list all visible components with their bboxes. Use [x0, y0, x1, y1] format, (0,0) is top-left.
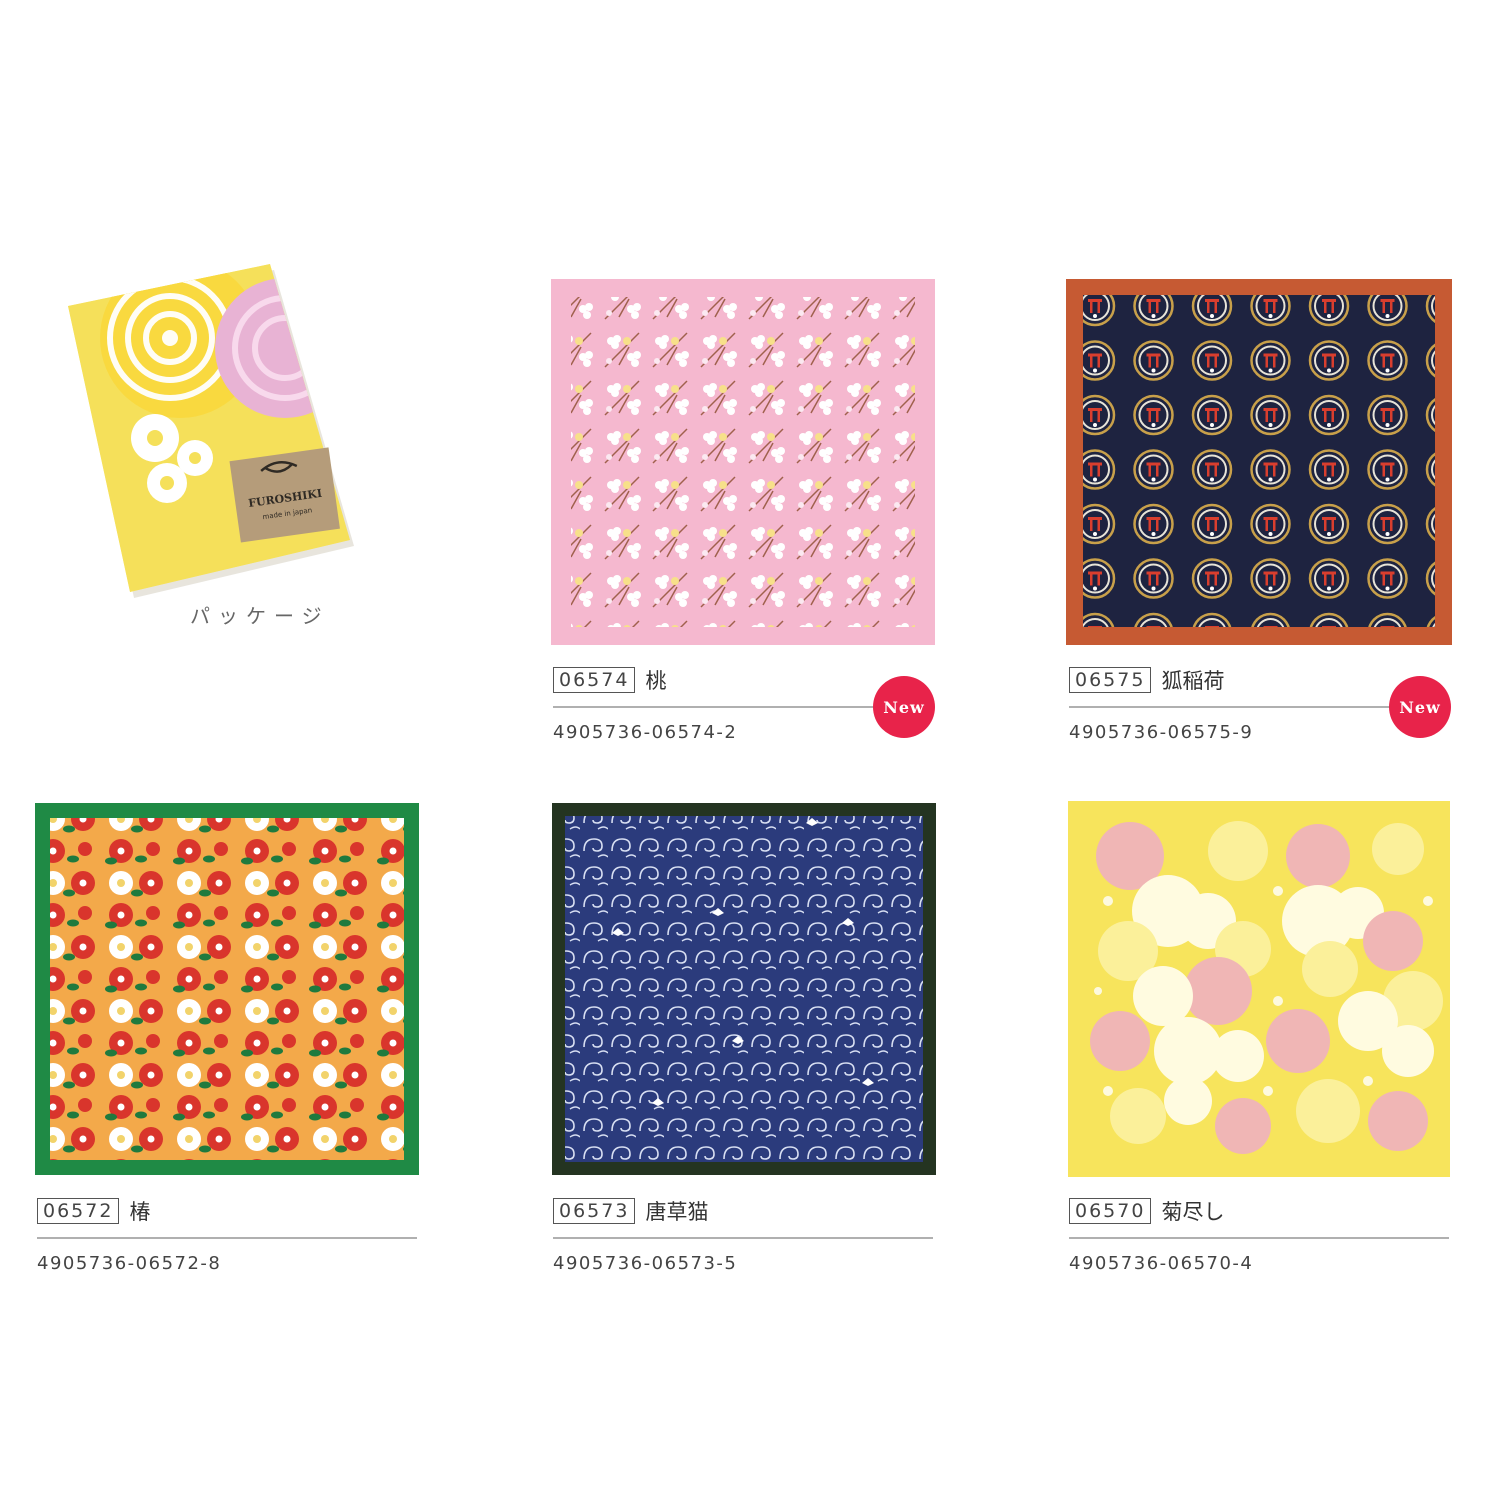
- new-badge: New: [1389, 676, 1451, 738]
- product-code: 06575: [1069, 667, 1152, 693]
- jan-code: 4905736-06574-2: [553, 722, 738, 743]
- product-name: 菊尽し: [1161, 1200, 1225, 1224]
- jan-code: 4905736-06573-5: [553, 1253, 738, 1274]
- product-name: 椿: [129, 1200, 151, 1224]
- product-image-kiku: [1068, 801, 1450, 1177]
- product-caption: 06570 菊尽し 4905736-06570-4: [1069, 1197, 1451, 1274]
- package-image: FUROSHIKI made in japan: [60, 258, 360, 598]
- product-caption: 06573 唐草猫 4905736-06573-5: [553, 1197, 935, 1274]
- product-image-inari: [1066, 279, 1452, 645]
- product-image-tsubaki: [35, 803, 419, 1175]
- product-caption: 06575 狐稲荷 4905736-06575-9 New: [1069, 666, 1451, 743]
- product-code: 06574: [553, 667, 636, 693]
- jan-code: 4905736-06572-8: [37, 1253, 222, 1274]
- divider: [1069, 1237, 1449, 1239]
- product-caption: 06572 椿 4905736-06572-8: [37, 1197, 419, 1274]
- product-code: 06573: [553, 1198, 636, 1224]
- product-caption: 06574 桃 4905736-06574-2 New: [553, 666, 935, 743]
- product-code: 06572: [37, 1198, 120, 1224]
- furoshiki-label: FUROSHIKI made in japan: [229, 447, 340, 543]
- jan-code: 4905736-06570-4: [1069, 1253, 1254, 1274]
- product-name: 唐草猫: [645, 1200, 709, 1224]
- product-name: 桃: [645, 669, 667, 693]
- jan-code: 4905736-06575-9: [1069, 722, 1254, 743]
- product-image-peach: [551, 279, 935, 645]
- product-code: 06570: [1069, 1198, 1152, 1224]
- product-image-karakusa: [552, 803, 936, 1175]
- package-caption: パッケージ: [190, 604, 330, 628]
- product-name: 狐稲荷: [1161, 669, 1225, 693]
- new-badge: New: [873, 676, 935, 738]
- divider: [37, 1237, 417, 1239]
- divider: [553, 1237, 933, 1239]
